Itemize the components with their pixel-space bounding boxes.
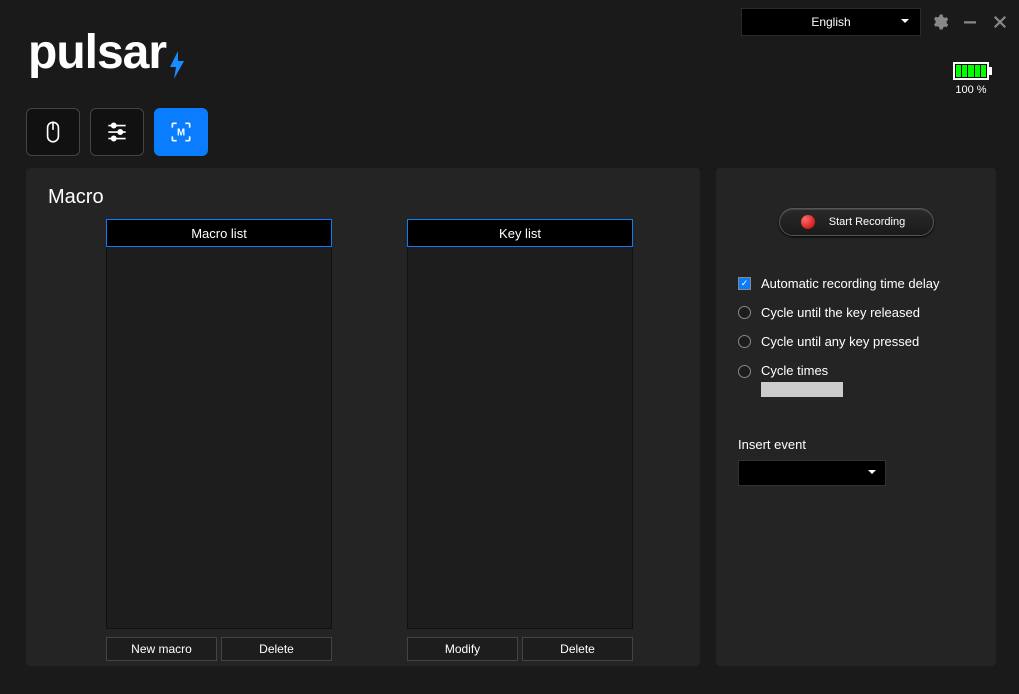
tab-mouse[interactable] xyxy=(26,108,80,156)
option-cycle-times[interactable]: Cycle times xyxy=(738,363,974,397)
option-cycle-released[interactable]: Cycle until the key released xyxy=(738,305,974,320)
battery-status: 100 % xyxy=(953,62,989,96)
option-auto-delay[interactable]: ✓ Automatic recording time delay xyxy=(738,276,974,291)
key-list[interactable] xyxy=(407,247,633,629)
page-title: Macro xyxy=(48,186,678,209)
delete-key-button[interactable]: Delete xyxy=(522,637,633,661)
macro-list-header: Macro list xyxy=(106,219,332,247)
delete-macro-button[interactable]: Delete xyxy=(221,637,332,661)
brand-logo: pulsar xyxy=(28,25,186,80)
battery-percent: 100 % xyxy=(953,84,989,96)
close-icon[interactable] xyxy=(989,11,1011,33)
insert-event-select[interactable] xyxy=(738,460,886,486)
radio-icon xyxy=(738,335,751,348)
language-select[interactable]: English xyxy=(741,8,921,36)
record-label: Start Recording xyxy=(829,216,905,228)
checkbox-checked-icon: ✓ xyxy=(738,277,751,290)
language-value: English xyxy=(811,15,850,29)
option-cycle-any[interactable]: Cycle until any key pressed xyxy=(738,334,974,349)
macro-panel: Macro Macro list New macro Delete Key li… xyxy=(26,168,700,666)
chevron-down-icon xyxy=(900,15,910,29)
start-recording-button[interactable]: Start Recording xyxy=(779,208,934,236)
radio-icon xyxy=(738,365,751,378)
bolt-icon xyxy=(168,51,186,86)
insert-event-label: Insert event xyxy=(738,437,974,452)
macro-list[interactable] xyxy=(106,247,332,629)
record-icon xyxy=(801,215,815,229)
cycle-times-input[interactable] xyxy=(761,382,843,397)
key-list-header: Key list xyxy=(407,219,633,247)
chevron-down-icon xyxy=(867,464,877,482)
modify-key-button[interactable]: Modify xyxy=(407,637,518,661)
settings-gear-icon[interactable] xyxy=(929,11,951,33)
tab-macro[interactable]: M xyxy=(154,108,208,156)
battery-icon xyxy=(953,62,989,80)
radio-icon xyxy=(738,306,751,319)
svg-text:M: M xyxy=(177,127,185,138)
minimize-icon[interactable] xyxy=(959,11,981,33)
tab-settings[interactable] xyxy=(90,108,144,156)
recording-panel: Start Recording ✓ Automatic recording ti… xyxy=(716,168,996,666)
new-macro-button[interactable]: New macro xyxy=(106,637,217,661)
